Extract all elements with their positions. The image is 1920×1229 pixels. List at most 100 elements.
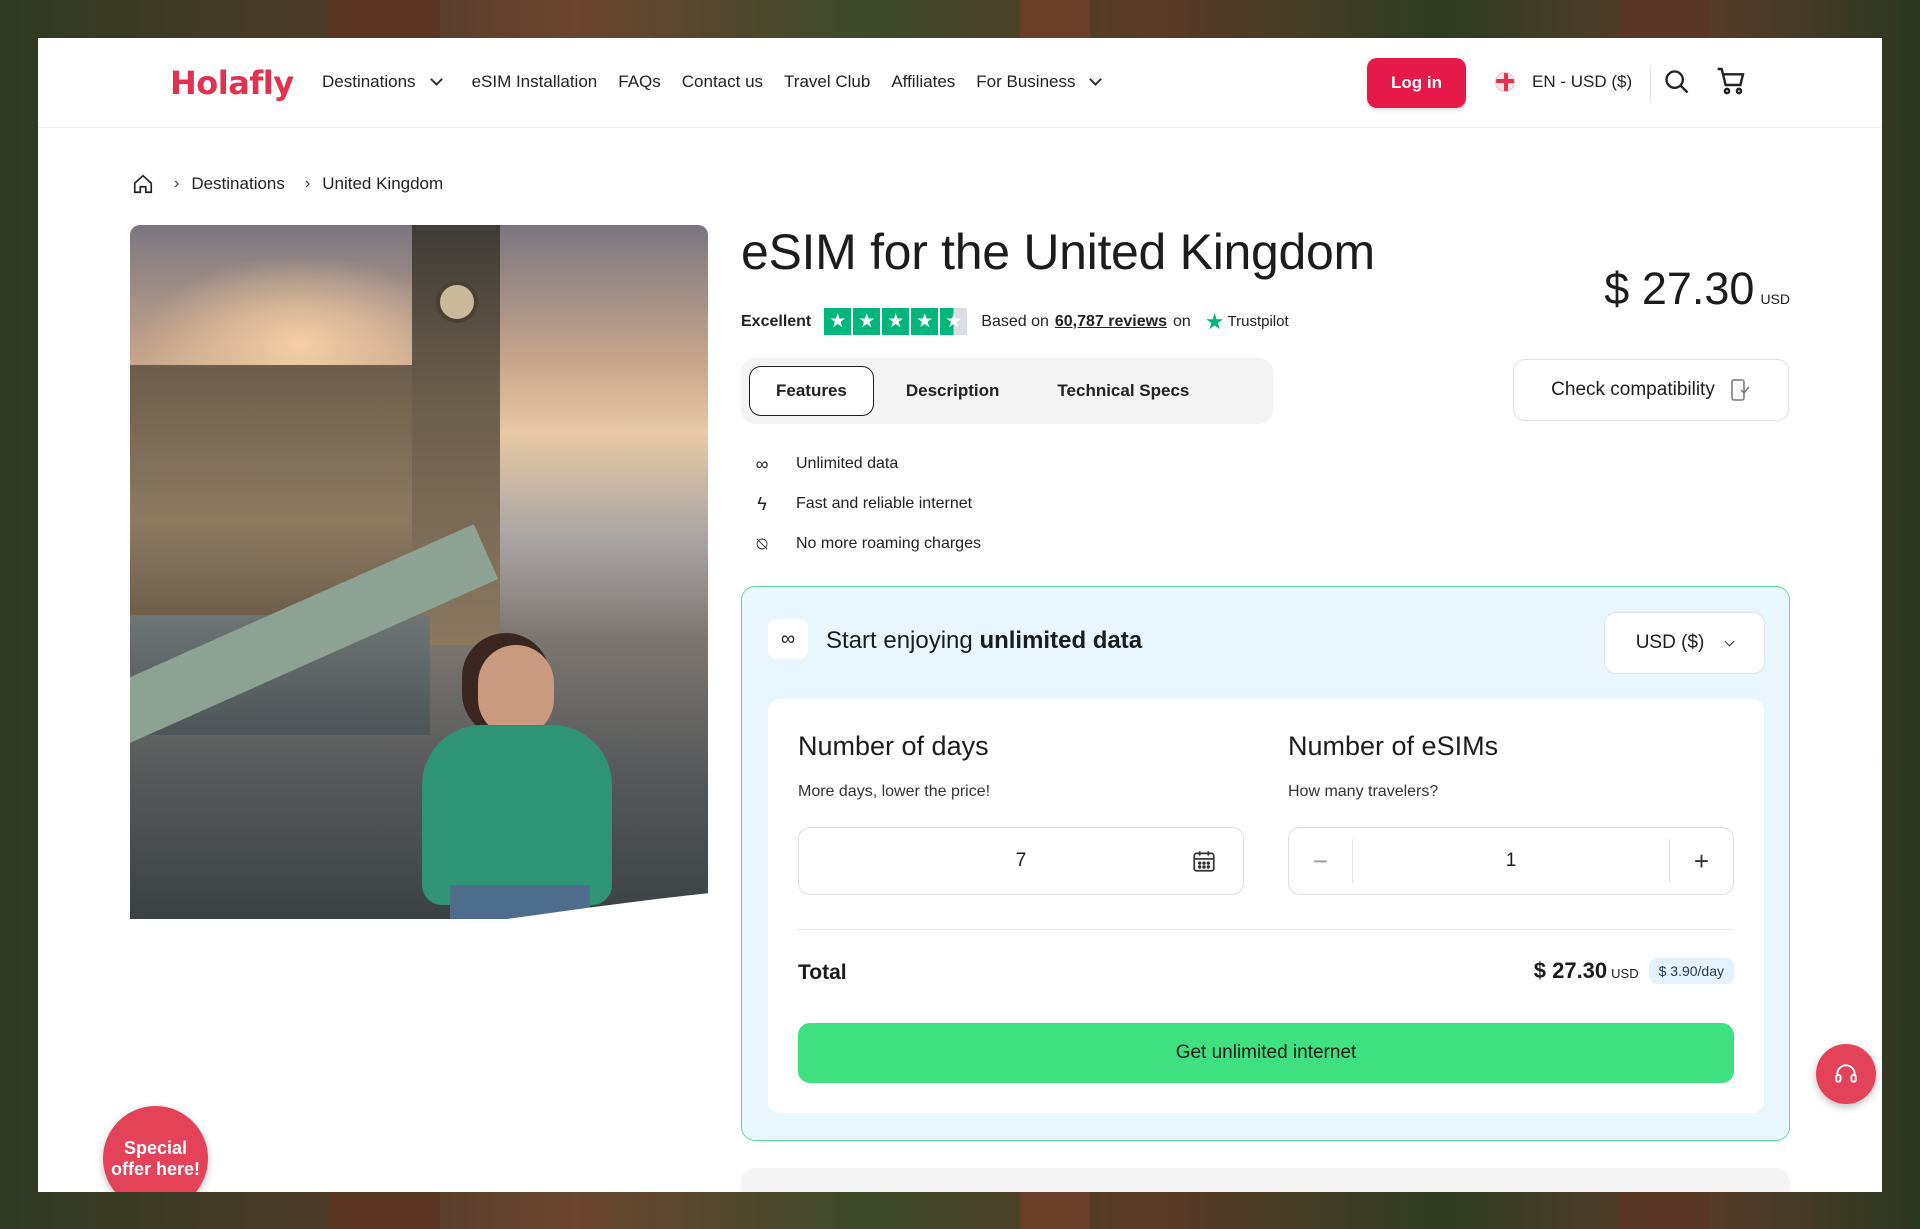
login-button[interactable]: Log in [1367, 58, 1466, 108]
holafly-logo[interactable]: Holafly [170, 64, 294, 102]
cart-icon[interactable] [1715, 65, 1747, 97]
product-price: $ 27.30 USD [1604, 263, 1790, 315]
esim-quantity-stepper: − 1 + [1288, 827, 1734, 895]
nav-label: For Business [976, 72, 1076, 91]
star-icon: ★ [911, 308, 939, 335]
feature-label: No more roaming charges [796, 535, 981, 552]
tab-features[interactable]: Features [749, 366, 874, 416]
nav-contact-us[interactable]: Contact us [682, 72, 763, 92]
plan-configurator: Number of days More days, lower the pric… [768, 699, 1764, 1113]
total-currency: USD [1611, 966, 1639, 981]
chevron-down-icon [1089, 73, 1103, 86]
breadcrumb-destinations[interactable]: Destinations [191, 174, 285, 194]
support-chat-button[interactable] [1816, 1044, 1876, 1104]
page-title: eSIM for the United Kingdom [741, 224, 1375, 280]
esims-subtitle: How many travelers? [1288, 783, 1439, 800]
feature-label: Unlimited data [796, 455, 899, 472]
chevron-right-icon: › [174, 175, 180, 192]
next-section-edge [741, 1168, 1790, 1192]
chevron-down-icon [429, 73, 443, 86]
reviews-link[interactable]: 60,787 reviews [1055, 313, 1167, 331]
price-currency: USD [1760, 291, 1790, 307]
days-value: 7 [1015, 850, 1027, 871]
tab-description[interactable]: Description [880, 366, 1026, 416]
tab-technical-specs[interactable]: Technical Specs [1031, 366, 1215, 416]
half-star-icon: ★ [940, 308, 968, 335]
increment-button[interactable]: + [1669, 839, 1733, 883]
trustpilot-rating: Excellent ★ ★ ★ ★ ★ Based on 60,787 revi… [741, 308, 1289, 335]
trustpilot-label: Trustpilot [1227, 313, 1289, 330]
rating-stars: ★ ★ ★ ★ ★ [824, 308, 969, 335]
chevron-right-icon: › [304, 175, 311, 192]
product-tabs: Features Description Technical Specs [741, 358, 1273, 424]
decrement-button[interactable]: − [1289, 839, 1353, 883]
calendar-icon[interactable] [1191, 848, 1217, 874]
language-currency-selector[interactable]: EN - USD ($) [1495, 72, 1632, 92]
per-day-badge: $ 3.90/day [1648, 958, 1734, 984]
star-icon: ★ [882, 308, 910, 335]
nav-label: Travel Club [784, 72, 871, 91]
uk-flag-icon [1495, 72, 1515, 92]
feature-label: Fast and reliable internet [796, 495, 973, 512]
nav-affiliates[interactable]: Affiliates [891, 72, 955, 92]
get-unlimited-internet-button[interactable]: Get unlimited internet [798, 1023, 1734, 1083]
days-title: Number of days [798, 731, 989, 761]
traveler-head-shape [478, 645, 554, 737]
purchase-panel: ∞ Start enjoying unlimited data USD ($) … [741, 586, 1790, 1141]
image-wave-mask [506, 893, 708, 919]
feature-item: ⍉ No more roaming charges [750, 524, 981, 564]
infinity-icon: ∞ [755, 453, 769, 474]
total-label: Total [798, 961, 847, 984]
based-on-text: Based on [981, 312, 1049, 330]
browser-page: Holafly Destinations eSIM Installation F… [38, 38, 1882, 1192]
days-input[interactable]: 7 [798, 827, 1244, 895]
home-icon[interactable] [132, 173, 154, 195]
star-icon: ★ [853, 308, 881, 335]
total-price: $ 27.30 USD $ 3.90/day [1534, 958, 1734, 984]
search-icon[interactable] [1663, 68, 1691, 96]
nav-for-business[interactable]: For Business [976, 72, 1110, 92]
chevron-down-icon [1724, 636, 1735, 646]
lightning-icon: ϟ [757, 493, 767, 514]
nav-faqs[interactable]: FAQs [618, 72, 661, 92]
currency-select-value: USD ($) [1635, 632, 1705, 653]
nav-label: Affiliates [891, 72, 956, 91]
nav-travel-club[interactable]: Travel Club [784, 72, 870, 92]
star-icon: ★ [824, 308, 852, 335]
nav-label: eSIM Installation [471, 72, 598, 91]
header-divider [1650, 66, 1651, 102]
main-nav: Destinations eSIM Installation FAQs Cont… [322, 72, 1131, 92]
nav-label: Contact us [681, 72, 764, 91]
hero-image-london [130, 225, 708, 919]
support-headset-icon [1835, 1064, 1857, 1083]
trustpilot-logo[interactable]: ★ Trustpilot [1205, 309, 1289, 335]
esim-quantity-value: 1 [1505, 850, 1517, 871]
breadcrumb-current: United Kingdom [322, 174, 444, 193]
site-header: Holafly Destinations eSIM Installation F… [38, 38, 1882, 128]
nav-esim-installation[interactable]: eSIM Installation [472, 72, 598, 92]
trustpilot-star-icon: ★ [1204, 308, 1225, 334]
feature-list: ∞ Unlimited data ϟ Fast and reliable int… [750, 444, 981, 564]
compatibility-label: Check compatibility [1551, 379, 1715, 400]
price-value: $ 27.30 [1604, 263, 1755, 314]
on-text: on [1172, 312, 1191, 330]
clock-face-shape [436, 281, 478, 323]
nav-label: FAQs [618, 72, 661, 91]
panel-heading-bold: unlimited data [979, 627, 1143, 654]
divider [798, 929, 1734, 930]
phone-check-icon [1731, 379, 1750, 401]
special-offer-badge[interactable]: Special offer here! [103, 1106, 208, 1192]
days-subtitle: More days, lower the price! [798, 783, 991, 800]
feature-item: ∞ Unlimited data [750, 444, 981, 484]
panel-heading-prefix: Start enjoying [826, 627, 973, 654]
infinity-icon: ∞ [768, 619, 808, 659]
nav-destinations[interactable]: Destinations [322, 72, 451, 92]
panel-heading: Start enjoying unlimited data [826, 627, 1142, 655]
nav-label: Destinations [322, 72, 416, 91]
currency-select[interactable]: USD ($) [1604, 612, 1765, 674]
check-compatibility-button[interactable]: Check compatibility [1513, 359, 1789, 421]
no-roaming-icon: ⍉ [756, 533, 768, 554]
rating-label: Excellent [741, 312, 812, 330]
breadcrumb: › Destinations › United Kingdom [132, 173, 443, 195]
feature-item: ϟ Fast and reliable internet [750, 484, 981, 524]
